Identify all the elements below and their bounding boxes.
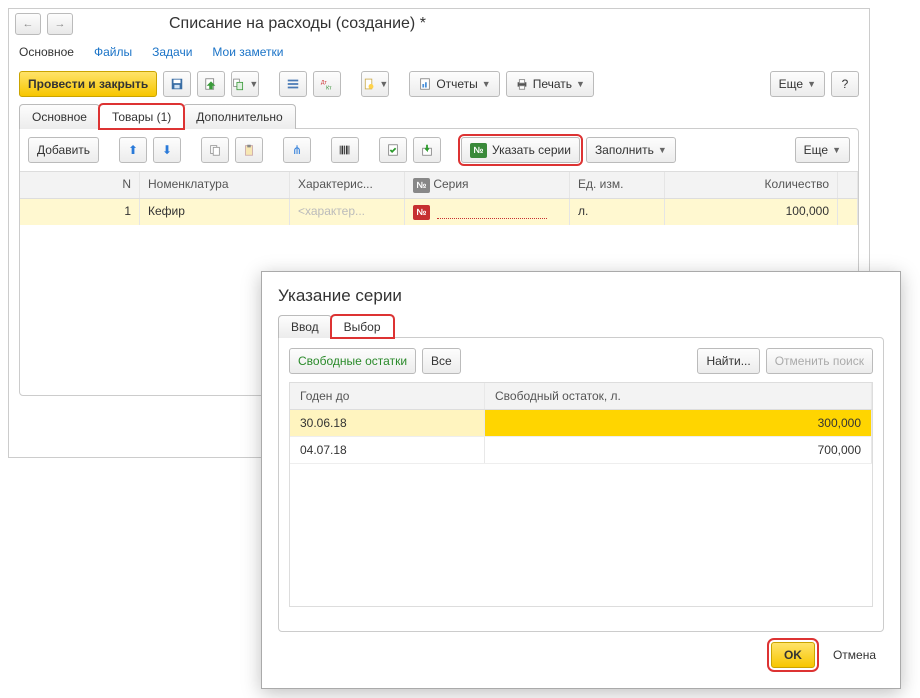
list-icon <box>286 77 300 91</box>
forward-button[interactable]: → <box>47 13 73 35</box>
paste-icon <box>242 143 256 157</box>
reports-button[interactable]: Отчеты▼ <box>409 71 499 97</box>
series-row[interactable]: 30.06.18 300,000 <box>290 410 872 437</box>
list-button[interactable] <box>279 71 307 97</box>
check-button[interactable] <box>379 137 407 163</box>
paste-button[interactable] <box>235 137 263 163</box>
dtkt-button[interactable]: ДтКт <box>313 71 341 97</box>
cell-rest: 700,000 <box>485 437 872 463</box>
fill-button[interactable]: Заполнить▼ <box>586 137 676 163</box>
col-free-stock[interactable]: Свободный остаток, л. <box>485 383 872 409</box>
more-button[interactable]: Еще▼ <box>770 71 825 97</box>
post-and-close-button[interactable]: Провести и закрыть <box>19 71 157 97</box>
serie-red-icon: № <box>413 205 430 220</box>
series-grid: Годен до Свободный остаток, л. 30.06.18 … <box>289 382 873 607</box>
link-files[interactable]: Файлы <box>94 45 132 59</box>
attach-icon <box>362 77 375 91</box>
col-valid-until[interactable]: Годен до <box>290 383 485 409</box>
cefficient-rest: 300,000 <box>485 410 872 436</box>
print-button[interactable]: Печать▼ <box>506 71 594 97</box>
dialog-toolbar: Свободные остатки Все Найти... Отменить … <box>289 348 873 374</box>
import-button[interactable] <box>413 137 441 163</box>
floppy-icon <box>170 77 184 91</box>
col-ed[interactable]: Ед. изм. <box>570 172 665 198</box>
dialog-title: Указание серии <box>262 272 900 314</box>
cell-ed: л. <box>570 199 665 225</box>
arrow-up-icon: ⬆ <box>128 143 138 157</box>
back-button[interactable]: ← <box>15 13 41 35</box>
dlg-tab-input[interactable]: Ввод <box>278 315 332 338</box>
cell-date: 30.06.18 <box>290 410 485 436</box>
serie-badge-icon: № <box>470 143 487 158</box>
set-series-button[interactable]: № Указать серии <box>461 137 580 163</box>
check-doc-icon <box>386 143 400 157</box>
link-notes[interactable]: Мои заметки <box>212 45 283 59</box>
attach-button[interactable]: ▼ <box>361 71 389 97</box>
goods-more-button[interactable]: Еще▼ <box>795 137 850 163</box>
find-button[interactable]: Найти... <box>697 348 759 374</box>
cell-qty: 100,000 <box>665 199 838 225</box>
dialog-footer: OK Отмена <box>262 632 900 678</box>
report-icon <box>418 77 432 91</box>
serie-head-icon: № <box>413 178 430 193</box>
form-tabs: Основное Товары (1) Дополнительно <box>9 103 869 128</box>
cell-serie[interactable]: № <box>405 199 570 225</box>
copy-button[interactable] <box>201 137 229 163</box>
cell-char: <характер... <box>290 199 405 225</box>
link-tasks[interactable]: Задачи <box>152 45 192 59</box>
share-icon: ⋔ <box>292 143 302 157</box>
printer-icon <box>515 77 529 91</box>
based-on-button[interactable]: ▼ <box>231 71 259 97</box>
import-icon <box>420 143 434 157</box>
serie-input-line[interactable] <box>437 205 547 219</box>
barcode-icon <box>338 143 352 157</box>
tab-extra[interactable]: Дополнительно <box>183 104 295 129</box>
dialog-body: Свободные остатки Все Найти... Отменить … <box>278 337 884 632</box>
share-button[interactable]: ⋔ <box>283 137 311 163</box>
col-serie[interactable]: № Серия <box>405 172 570 198</box>
dtkt-icon: ДтКт <box>320 77 334 91</box>
copy-icon <box>208 143 222 157</box>
dialog-tabs: Ввод Выбор <box>262 314 900 337</box>
barcode-button[interactable] <box>331 137 359 163</box>
page-title: Списание на расходы (создание) * <box>169 15 426 33</box>
ok-button[interactable]: OK <box>771 642 815 668</box>
main-toolbar: Провести и закрыть ▼ ДтКт ▼ Отчеты▼ <box>9 65 869 103</box>
based-on-icon <box>232 77 245 91</box>
help-button[interactable]: ? <box>831 71 859 97</box>
goods-toolbar: Добавить ⬆ ⬇ ⋔ <box>20 129 858 171</box>
series-row[interactable]: 04.07.18 700,000 <box>290 437 872 464</box>
post-button[interactable] <box>197 71 225 97</box>
nav-row: ← → Списание на расходы (создание) * <box>9 9 869 39</box>
col-qty[interactable]: Количество <box>665 172 838 198</box>
cancel-button[interactable]: Отмена <box>825 642 884 668</box>
cell-nom: Кефир <box>140 199 290 225</box>
cell-n: 1 <box>20 199 140 225</box>
section-links: Основное Файлы Задачи Мои заметки <box>9 39 869 65</box>
cell-date: 04.07.18 <box>290 437 485 463</box>
tab-goods[interactable]: Товары (1) <box>99 104 184 129</box>
move-up-button[interactable]: ⬆ <box>119 137 147 163</box>
col-n[interactable]: N <box>20 172 140 198</box>
tab-main[interactable]: Основное <box>19 104 100 129</box>
dlg-tab-select[interactable]: Выбор <box>331 315 394 338</box>
col-nom[interactable]: Номенклатура <box>140 172 290 198</box>
svg-text:Кт: Кт <box>326 85 332 91</box>
arrow-down-icon: ⬇ <box>162 143 172 157</box>
save-button[interactable] <box>163 71 191 97</box>
col-char[interactable]: Характерис... <box>290 172 405 198</box>
table-row[interactable]: 1 Кефир <характер... № л. 100,000 <box>20 199 858 225</box>
all-stocks-button[interactable]: Все <box>422 348 461 374</box>
cancel-find-button[interactable]: Отменить поиск <box>766 348 873 374</box>
move-down-button[interactable]: ⬇ <box>153 137 181 163</box>
link-main[interactable]: Основное <box>19 45 74 59</box>
post-icon <box>204 77 218 91</box>
series-dialog: Указание серии Ввод Выбор Свободные оста… <box>261 271 901 689</box>
free-stocks-button[interactable]: Свободные остатки <box>289 348 416 374</box>
add-button[interactable]: Добавить <box>28 137 99 163</box>
